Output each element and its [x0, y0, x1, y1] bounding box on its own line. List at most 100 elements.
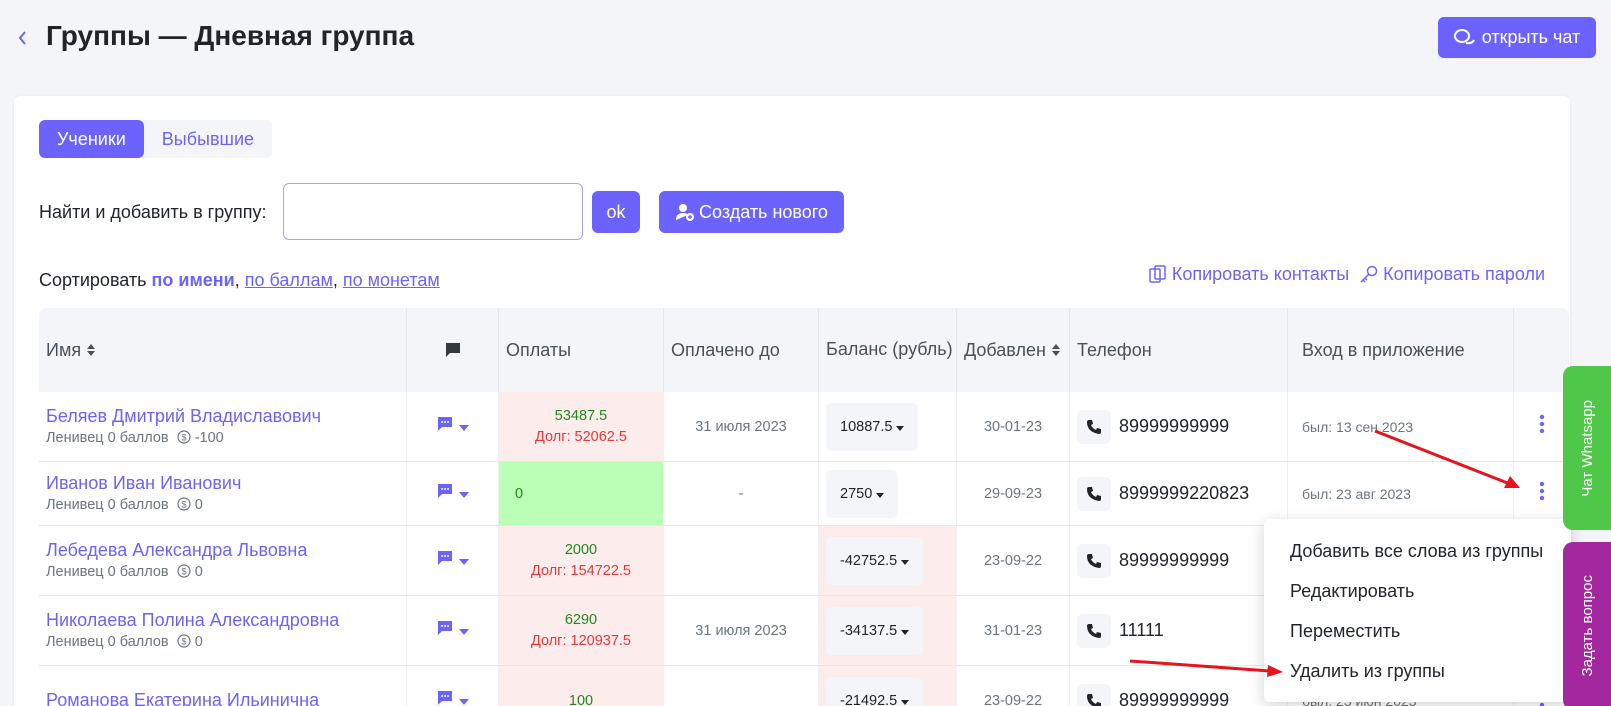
header-paid-until: Оплачено до [664, 308, 819, 392]
whatsapp-chat-tab[interactable]: Чат Whatsapp [1563, 366, 1611, 530]
tab-students[interactable]: Ученики [39, 120, 144, 158]
find-student-input[interactable] [283, 183, 583, 240]
student-coins: 0 [194, 633, 203, 650]
message-dropdown[interactable] [407, 392, 499, 461]
message-icon [437, 416, 453, 437]
chat-bubbles-icon [1453, 28, 1475, 44]
sort-line: Сортировать по имени, по баллам, по моне… [39, 270, 440, 290]
student-name-link[interactable]: Беляев Дмитрий Владиславович [46, 406, 321, 427]
coin-icon: $ [177, 633, 191, 652]
page-header: Группы — Дневная группа открыть чат [0, 0, 1611, 76]
added-date: 30-01-23 [957, 392, 1070, 461]
svg-text:$: $ [181, 499, 186, 509]
create-new-label: Создать нового [699, 201, 828, 222]
whatsapp-chat-label: Чат Whatsapp [1578, 399, 1596, 497]
open-chat-button[interactable]: открыть чат [1438, 17, 1596, 58]
caret-down-icon [458, 418, 469, 436]
sort-by-coins[interactable]: по монетам [343, 270, 440, 290]
payment-value: 53487.5 [554, 408, 608, 424]
payment-cell: 53487.5 Долг: 52062.5 [499, 392, 664, 461]
header-added[interactable]: Добавлен [957, 308, 1070, 392]
student-rank-text: Ленивец 0 баллов [46, 633, 169, 650]
balance-cell: 2750 [819, 462, 957, 525]
balance-dropdown[interactable]: -34137.5 [826, 606, 924, 655]
header-name[interactable]: Имя [39, 308, 407, 392]
svg-text:$: $ [181, 566, 186, 576]
balance-value: 10887.5 [840, 418, 893, 435]
tab-dropped[interactable]: Выбывшие [144, 120, 272, 158]
student-name-link[interactable]: Романова Екатерина Ильинична [46, 690, 319, 706]
caret-down-icon [901, 693, 910, 706]
balance-value: 2750 [840, 485, 873, 502]
menu-add-all-words[interactable]: Добавить все слова из группы [1264, 531, 1571, 571]
added-date: 31-01-23 [957, 596, 1070, 665]
phone-cell: 89999999999 [1070, 666, 1288, 706]
table-header: Имя Оплаты Оплачено до Баланс (рубль) До… [39, 308, 1569, 392]
last-login: был: 13 сен 2023 [1288, 392, 1514, 461]
debt-value: Долг: 52062.5 [535, 429, 627, 445]
phone-number: 11111 [1119, 620, 1164, 640]
row-more-button[interactable] [1514, 392, 1569, 461]
copy-passwords-link[interactable]: Копировать пароли [1359, 264, 1545, 285]
payment-cell: 6290 Долг: 120937.5 [499, 596, 664, 665]
add-user-icon [676, 204, 695, 221]
balance-dropdown[interactable]: 10887.5 [826, 402, 919, 451]
balance-cell: -34137.5 [819, 596, 957, 665]
message-icon [445, 343, 460, 357]
student-cell: Николаева Полина Александровна Ленивец 0 … [39, 596, 407, 665]
back-chevron-icon[interactable] [16, 28, 30, 48]
caret-down-icon [458, 622, 469, 640]
copy-passwords-label: Копировать пароли [1383, 264, 1545, 284]
sort-by-points[interactable]: по баллам [245, 270, 333, 290]
balance-dropdown[interactable]: 2750 [826, 469, 899, 518]
payment-value: 6290 [564, 612, 598, 628]
header-phone: Телефон [1070, 308, 1288, 392]
message-dropdown[interactable] [407, 462, 499, 525]
create-new-button[interactable]: Создать нового [659, 191, 844, 233]
payment-cell: 100 [499, 666, 664, 706]
last-login: был: 23 авг 2023 [1288, 462, 1514, 525]
caret-down-icon [876, 486, 885, 502]
caret-down-icon [458, 692, 469, 706]
phone-cell: 8999999220823 [1070, 462, 1288, 525]
sort-icon [87, 344, 96, 356]
balance-dropdown[interactable]: -21492.5 [826, 676, 924, 706]
copy-contacts-label: Копировать контакты [1171, 264, 1350, 284]
copy-contacts-link[interactable]: Копировать контакты [1148, 264, 1349, 285]
key-icon [1360, 265, 1378, 283]
row-more-button[interactable] [1514, 462, 1569, 525]
student-cell: Иванов Иван Иванович Ленивец 0 баллов $ 0 [39, 462, 407, 525]
menu-edit[interactable]: Редактировать [1264, 571, 1571, 611]
balance-value: -34137.5 [840, 622, 898, 639]
balance-cell: -42752.5 [819, 526, 957, 595]
student-name-link[interactable]: Лебедева Александра Львовна [46, 540, 307, 561]
added-date: 23-09-22 [957, 666, 1070, 706]
message-dropdown[interactable] [407, 666, 499, 706]
caret-down-icon [896, 419, 905, 435]
caret-down-icon [458, 485, 469, 503]
payment-value: 0 [515, 485, 524, 502]
paid-until-cell: 31 июля 2023 [664, 596, 819, 665]
table-row: Беляев Дмитрий Владиславович Ленивец 0 ба… [39, 392, 1569, 462]
phone-cell: 89999999999 [1070, 392, 1288, 461]
student-name-link[interactable]: Иванов Иван Иванович [46, 473, 241, 494]
balance-dropdown[interactable]: -42752.5 [826, 536, 924, 585]
ask-question-tab[interactable]: Задать вопрос [1563, 542, 1611, 706]
student-rank: Ленивец 0 баллов $ 0 [46, 634, 203, 652]
student-name-link[interactable]: Николаева Полина Александровна [46, 610, 339, 631]
phone-icon[interactable] [1077, 476, 1111, 511]
phone-icon[interactable] [1077, 409, 1111, 444]
more-vertical-icon [1539, 414, 1545, 439]
phone-number: 89999999999 [1119, 690, 1230, 706]
menu-move[interactable]: Переместить [1264, 611, 1571, 651]
phone-icon[interactable] [1077, 683, 1111, 706]
ok-button[interactable]: ok [592, 191, 640, 233]
student-coins: 0 [194, 496, 203, 513]
sort-by-name[interactable]: по имени [152, 270, 235, 290]
message-dropdown[interactable] [407, 526, 499, 595]
header-balance: Баланс (рубль) [819, 308, 957, 392]
phone-icon[interactable] [1077, 543, 1111, 578]
message-dropdown[interactable] [407, 596, 499, 665]
menu-remove-from-group[interactable]: Удалить из группы [1264, 651, 1571, 691]
phone-icon[interactable] [1077, 613, 1111, 648]
